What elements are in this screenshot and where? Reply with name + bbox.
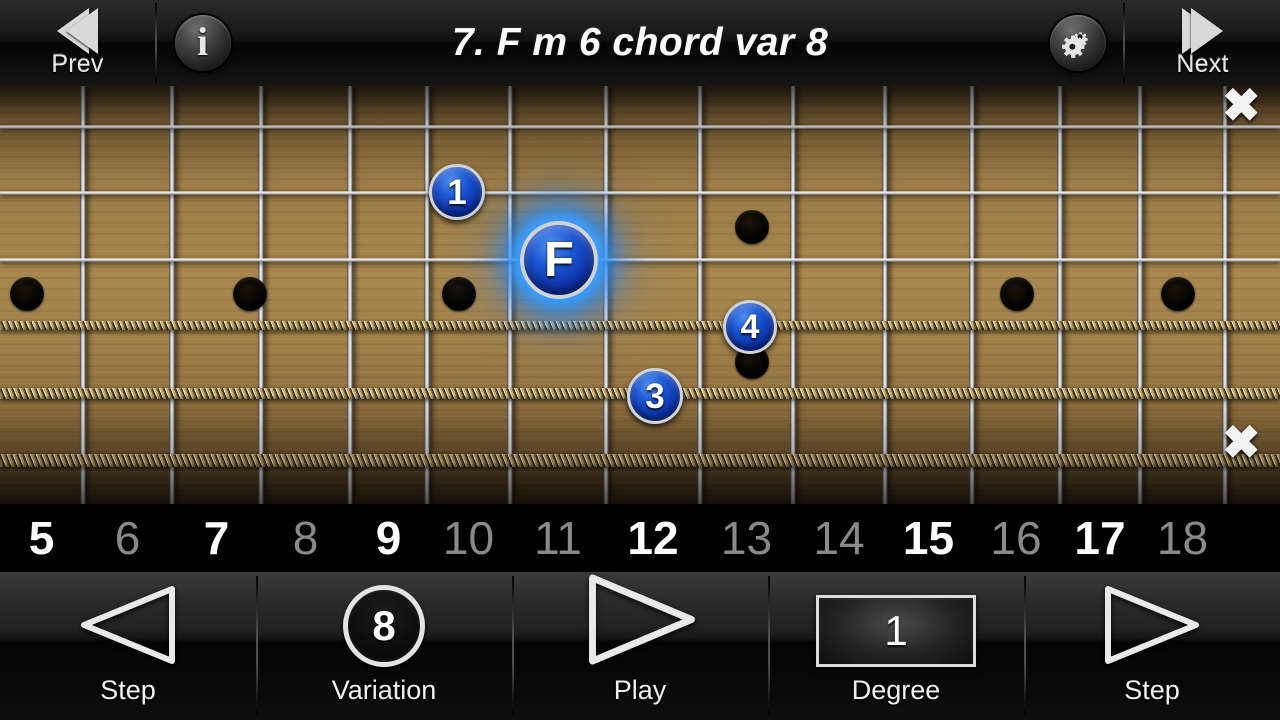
step-back-label: Step <box>100 675 156 705</box>
arrow-right-icon <box>1105 586 1199 664</box>
degree-value: 1 <box>816 595 976 667</box>
muted-string-x-icon: ✖ <box>1222 416 1261 468</box>
fret-number[interactable]: 5 <box>0 504 83 572</box>
next-label: Next <box>1176 49 1229 78</box>
fret-number[interactable]: 14 <box>793 504 885 572</box>
fretboard[interactable]: 1F 43 ✖ ✖ <box>0 86 1280 504</box>
fret-number[interactable]: 6 <box>83 504 172 572</box>
step-back-button[interactable]: Step <box>0 572 256 720</box>
root-note-marker[interactable]: F <box>520 221 598 299</box>
degree-button[interactable]: 1 Degree <box>768 572 1024 720</box>
chord-viewer-app: Prev i 7. F m 6 chord var 8 Next 1 F 4 3… <box>0 0 1280 720</box>
step-forward-label: Step <box>1124 675 1180 705</box>
prev-label: Prev <box>51 49 104 78</box>
fret-number[interactable]: 9 <box>350 504 427 572</box>
variation-value: 8 <box>343 585 425 667</box>
fret-number[interactable]: 11 <box>510 504 606 572</box>
variation-button[interactable]: 8 Variation <box>256 572 512 720</box>
fret-number[interactable]: 12 <box>606 504 700 572</box>
fret-number[interactable]: 10 <box>427 504 510 572</box>
gear-icon[interactable] <box>1049 15 1106 71</box>
info-icon[interactable]: i <box>174 15 231 71</box>
settings-button[interactable] <box>1030 0 1125 86</box>
fret-number[interactable]: 7 <box>172 504 261 572</box>
play-label: Play <box>613 675 667 705</box>
fret-number[interactable]: 15 <box>885 504 972 572</box>
fret-number[interactable]: 13 <box>700 504 793 572</box>
fret-number[interactable]: 8 <box>261 504 350 572</box>
bottom-toolbar: Step 8 Variation Play 1 Degree Step <box>0 572 1280 720</box>
fret-number[interactable]: 17 <box>1060 504 1140 572</box>
finger-marker[interactable]: 4 <box>723 300 777 354</box>
muted-string-x-icon: ✖ <box>1222 86 1261 131</box>
arrow-left-icon <box>81 586 175 664</box>
finger-marker[interactable]: 1 <box>429 164 485 220</box>
fretboard-shading <box>0 86 1280 504</box>
finger-marker[interactable]: 3 <box>627 368 683 424</box>
prev-button[interactable]: Prev <box>0 0 155 86</box>
next-button[interactable]: Next <box>1125 0 1280 86</box>
chord-title: 7. F m 6 chord var 8 <box>250 0 1030 86</box>
play-icon <box>589 574 695 665</box>
fret-number-strip[interactable]: 5 6 7 8 9 10 11 12 13 14 15 16 17 18 <box>0 504 1280 572</box>
page-title: 7. F m 6 chord var 8 <box>451 21 829 64</box>
degree-label: Degree <box>851 675 941 705</box>
gear-icon-svg <box>1061 32 1088 58</box>
top-toolbar: Prev i 7. F m 6 chord var 8 Next <box>0 0 1280 86</box>
info-button[interactable]: i <box>155 0 250 86</box>
info-glyph: i <box>196 19 209 64</box>
fret-number[interactable]: 16 <box>972 504 1060 572</box>
variation-label: Variation <box>331 675 437 705</box>
fret-number[interactable]: 18 <box>1140 504 1225 572</box>
step-forward-button[interactable]: Step <box>1024 572 1280 720</box>
play-button[interactable]: Play <box>512 572 768 720</box>
rewind-icon <box>56 7 99 54</box>
fast-forward-icon <box>1181 7 1224 54</box>
